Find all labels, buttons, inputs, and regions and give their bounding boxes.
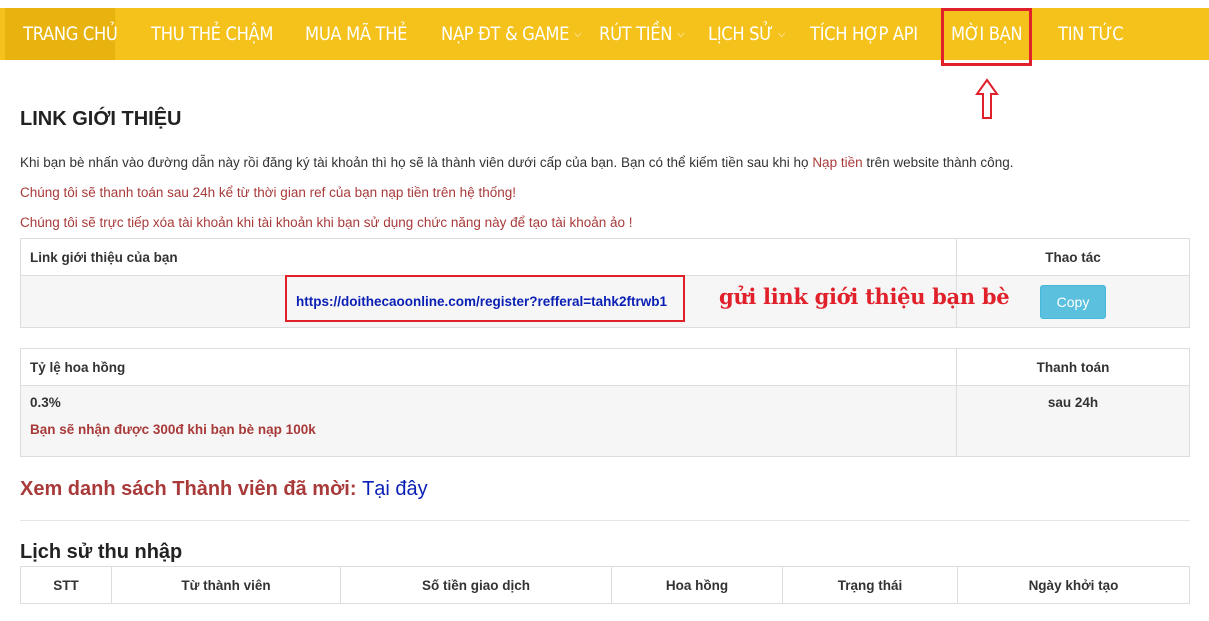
arrow-up-icon (975, 78, 999, 119)
payment-warning: Chúng tôi sẽ thanh toán sau 24h kể từ th… (20, 185, 516, 200)
share-link-annotation: gửi link giới thiệu bạn bè (719, 284, 1010, 309)
nav-label: THU THẺ CHẬM (151, 23, 274, 45)
nav-label: NẠP ĐT & GAME (441, 23, 570, 45)
invited-members-label: Xem danh sách Thành viên đã mời: (20, 478, 357, 500)
nav-item-slow-card[interactable]: THU THẺ CHẬM (133, 8, 273, 60)
nav-label: RÚT TIỀN (599, 23, 673, 45)
invited-members-line: Xem danh sách Thành viên đã mời: Tại đây (20, 478, 428, 501)
invite-highlight-box (941, 8, 1032, 66)
desc-text: trên website thành công. (862, 155, 1014, 170)
col-header: Tỷ lệ hoa hồng (20, 348, 957, 386)
col-stt[interactable]: STT (20, 566, 112, 604)
col-commission[interactable]: Hoa hồng (611, 566, 783, 604)
payment-term: sau 24h (956, 385, 1190, 457)
nav-label: LỊCH SỬ (708, 23, 773, 45)
page-title: LINK GIỚI THIỆU (20, 108, 182, 130)
nav-item-api[interactable]: TÍCH HỢP API (792, 8, 918, 60)
commission-rate-cell: 0.3% Bạn sẽ nhận được 300đ khi bạn bè nạ… (20, 385, 957, 457)
nav-item-news[interactable]: TIN TỨC (1040, 8, 1126, 60)
earn-note: Bạn sẽ nhận được 300đ khi bạn bè nạp 100… (30, 422, 316, 437)
desc-text: Khi bạn bè nhấn vào đường dẫn này rồi đă… (20, 155, 813, 170)
url-highlight-box (285, 275, 685, 322)
col-header: Thanh toán (956, 348, 1190, 386)
topup-link[interactable]: Nạp tiền (812, 155, 862, 170)
col-header: Thao tác (956, 238, 1190, 276)
nav-item-history[interactable]: LỊCH SỬ ⌵ (690, 8, 785, 60)
nav-label: TÍCH HỢP API (810, 23, 918, 45)
referral-description: Khi bạn bè nhấn vào đường dẫn này rồi đă… (20, 155, 1013, 170)
income-history-table: STT Từ thành viên Số tiền giao dịch Hoa … (20, 566, 1190, 604)
nav-label: MUA MÃ THẺ (305, 23, 408, 45)
top-strip (0, 0, 1209, 8)
col-header: Link giới thiệu của bạn (20, 238, 957, 276)
nav-item-buy-card[interactable]: MUA MÃ THẺ (287, 8, 408, 60)
commission-rate: 0.3% (30, 395, 61, 410)
copy-button[interactable]: Copy (1039, 284, 1107, 319)
col-amount[interactable]: Số tiền giao dịch (340, 566, 612, 604)
nav-label: TRANG CHỦ (23, 23, 118, 45)
nav-item-topup-game[interactable]: NẠP ĐT & GAME ⌵ (423, 8, 581, 60)
chevron-down-icon: ⌵ (778, 27, 785, 40)
nav-item-home[interactable]: TRANG CHỦ (5, 8, 118, 60)
divider (20, 520, 1190, 521)
chevron-down-icon: ⌵ (677, 27, 685, 40)
nav-item-withdraw[interactable]: RÚT TIỀN ⌵ (581, 8, 684, 60)
col-from-member[interactable]: Từ thành viên (111, 566, 341, 604)
fake-account-warning: Chúng tôi sẽ trực tiếp xóa tài khoản khi… (20, 215, 633, 230)
income-history-title: Lịch sử thu nhập (20, 541, 183, 563)
view-here-link[interactable]: Tại đây (362, 478, 428, 500)
col-status[interactable]: Trạng thái (782, 566, 958, 604)
col-created-date[interactable]: Ngày khởi tạo (957, 566, 1190, 604)
commission-table: Tỷ lệ hoa hồng Thanh toán 0.3% Bạn sẽ nh… (20, 348, 1190, 457)
nav-label: TIN TỨC (1058, 23, 1124, 45)
